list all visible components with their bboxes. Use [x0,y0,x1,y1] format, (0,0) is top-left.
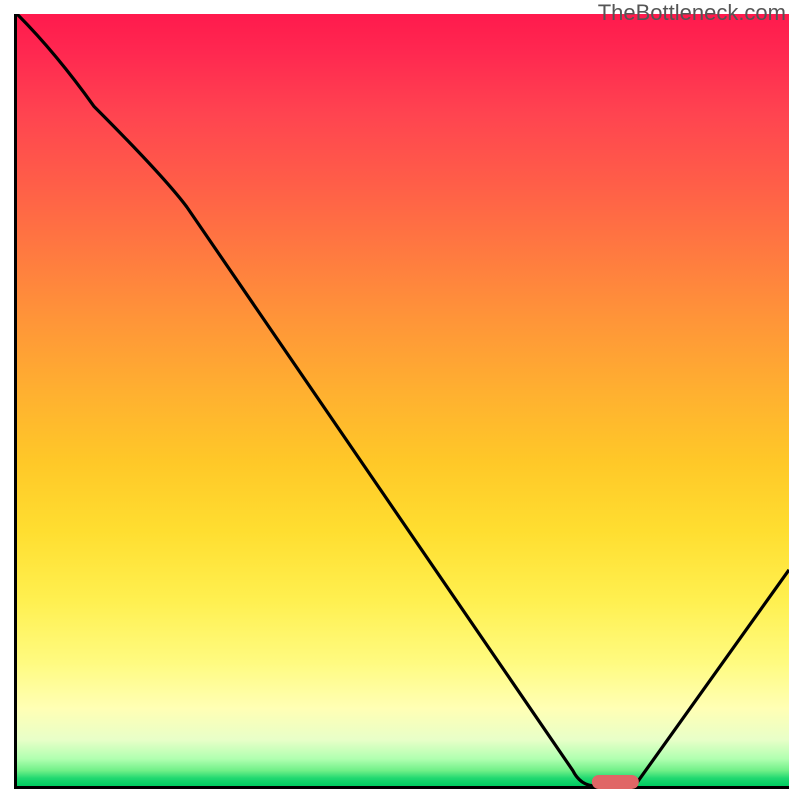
watermark-text: TheBottleneck.com [598,0,786,26]
plot-area [14,14,789,789]
bottleneck-chart: TheBottleneck.com [0,0,800,800]
bottleneck-curve [17,14,789,786]
curve-svg [17,14,789,786]
optimal-marker [592,775,638,789]
